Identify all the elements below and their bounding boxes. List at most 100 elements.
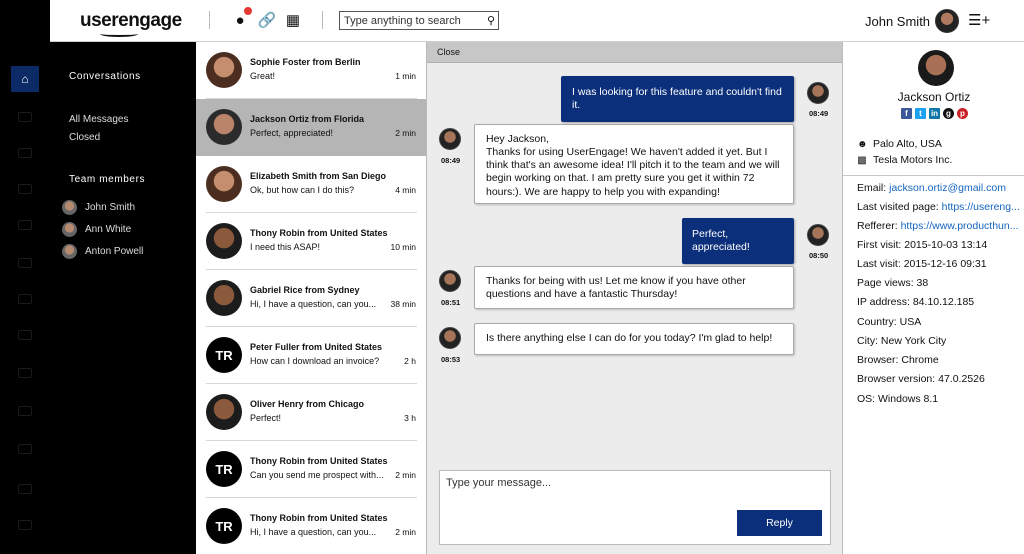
message-time: 08:49 xyxy=(441,156,461,165)
conversation-time: 2 min xyxy=(395,527,416,537)
email-link[interactable]: jackson.ortiz@gmail.com xyxy=(889,182,1006,194)
notification-icon[interactable]: ● xyxy=(231,7,252,29)
conversation-item[interactable]: TR Peter Fuller from United States How c… xyxy=(196,327,426,384)
link-icon[interactable]: 🔗 xyxy=(258,11,277,29)
referrer-link[interactable]: https://www.producthun... xyxy=(901,220,1019,232)
conversation-item[interactable]: TR Thony Robin from United States Hi, I … xyxy=(196,498,426,554)
contact-name: Jackson Ortiz xyxy=(897,90,971,104)
team-member-name: John Smith xyxy=(85,201,136,213)
linkedin-icon[interactable]: in xyxy=(929,108,940,119)
home-icon[interactable]: ⌂ xyxy=(11,66,39,92)
conversation-preview: Hi, I have a question, can you... xyxy=(250,299,377,309)
avatar xyxy=(439,327,461,349)
conversation-name: Thony Robin from United States xyxy=(250,513,388,523)
message-time: 08:50 xyxy=(809,251,829,260)
avatar xyxy=(206,223,242,259)
profile-field-page-views: Page views: 38 xyxy=(857,277,929,289)
twitter-icon[interactable]: t xyxy=(915,108,926,119)
conversation-preview: How can I download an invoice? xyxy=(250,356,380,366)
conversation-preview: Perfect! xyxy=(250,413,282,423)
facebook-icon[interactable]: f xyxy=(901,108,912,119)
conversation-time: 4 min xyxy=(395,185,416,195)
conversation-item[interactable]: Gabriel Rice from Sydney Hi, I have a qu… xyxy=(196,270,426,327)
current-user-name[interactable]: John Smith xyxy=(865,14,930,29)
users-icon[interactable] xyxy=(18,184,32,194)
conversation-item[interactable]: Elizabeth Smith from San Diego Ok, but h… xyxy=(196,156,426,213)
message-bubble: I was looking for this feature and could… xyxy=(561,76,794,123)
message-bubble: Thanks for being with us! Let me know if… xyxy=(474,266,794,309)
profile-field-last-visited: Last visited page: https://usereng... xyxy=(857,201,1020,213)
conversation-item[interactable]: Sophie Foster from Berlin Great! 1 min xyxy=(196,42,426,99)
sidebar: Conversations All Messages Closed Team m… xyxy=(50,42,196,554)
profile-field-browser-version: Browser version: 47.0.2526 xyxy=(857,373,985,385)
sidebar-link-all-messages[interactable]: All Messages xyxy=(69,114,128,125)
chat-panel: Close I was looking for this feature and… xyxy=(427,42,842,554)
divider xyxy=(843,175,1024,176)
conversation-time: 2 h xyxy=(404,356,416,366)
mail-icon[interactable] xyxy=(18,112,32,122)
conversation-item[interactable]: Oliver Henry from Chicago Perfect! 3 h xyxy=(196,384,426,441)
help-icon[interactable] xyxy=(18,520,32,530)
profile-field-ip: IP address: 84.10.12.185 xyxy=(857,296,975,308)
message-composer: Reply xyxy=(439,470,831,545)
team-member-name: Ann White xyxy=(85,223,132,235)
conversation-name: Sophie Foster from Berlin xyxy=(250,57,361,67)
avatar xyxy=(62,221,77,237)
team-member[interactable]: John Smith xyxy=(62,199,135,215)
conversation-name: Oliver Henry from Chicago xyxy=(250,399,365,409)
person-icon: ☻ xyxy=(857,138,868,150)
chat-toolbar: Close xyxy=(427,42,842,63)
message-time: 08:49 xyxy=(809,109,829,118)
header-divider xyxy=(209,11,210,29)
conversation-item[interactable]: TR Thony Robin from United States Can yo… xyxy=(196,441,426,498)
avatar xyxy=(439,128,461,150)
message-input[interactable] xyxy=(446,477,726,497)
conversation-item[interactable]: Jackson Ortiz from Florida Perfect, appr… xyxy=(196,99,426,156)
conversation-time: 2 min xyxy=(395,128,416,138)
conversation-item[interactable]: Thony Robin from United States I need th… xyxy=(196,213,426,270)
search-icon[interactable]: ⚲ xyxy=(487,14,495,27)
building-icon: ▩ xyxy=(857,154,867,166)
close-conversation-button[interactable]: Close xyxy=(437,47,460,57)
logo[interactable]: userengage xyxy=(80,10,182,32)
conversation-name: Jackson Ortiz from Florida xyxy=(250,114,365,124)
avatar xyxy=(62,243,77,259)
contact-profile: Jackson Ortiz f t in g p ☻ Palo Alto, US… xyxy=(842,42,1024,554)
contact-location: ☻ Palo Alto, USA xyxy=(857,138,942,150)
globe-icon[interactable] xyxy=(18,444,32,454)
search-input[interactable] xyxy=(340,12,480,29)
last-visited-link[interactable]: https://usereng... xyxy=(942,201,1020,213)
profile-field-browser: Browser: Chrome xyxy=(857,354,939,366)
github-icon[interactable]: g xyxy=(943,108,954,119)
phone-icon[interactable] xyxy=(18,484,32,494)
conversation-time: 1 min xyxy=(395,71,416,81)
team-member[interactable]: Ann White xyxy=(62,221,131,237)
conversation-list: Sophie Foster from Berlin Great! 1 min J… xyxy=(196,42,427,554)
chat-icon[interactable] xyxy=(18,258,32,268)
message-bubble: Hey Jackson, Thanks for using UserEngage… xyxy=(474,124,794,204)
contact-avatar xyxy=(918,50,954,86)
contact-company: ▩ Tesla Motors Inc. xyxy=(857,154,952,166)
profile-field-referrer: Refferer: https://www.producthun... xyxy=(857,220,1019,232)
profile-field-os: OS: Windows 8.1 xyxy=(857,393,939,405)
avatar xyxy=(206,109,242,145)
filter-icon[interactable] xyxy=(18,406,32,416)
message-time: 08:53 xyxy=(441,355,461,364)
reply-button[interactable]: Reply xyxy=(737,510,822,536)
search-box: ⚲ xyxy=(339,11,499,30)
current-user-avatar[interactable] xyxy=(935,9,959,33)
calendar-icon[interactable] xyxy=(18,148,32,158)
conversation-name: Gabriel Rice from Sydney xyxy=(250,285,360,295)
tag-icon[interactable] xyxy=(18,368,32,378)
grid-icon[interactable]: ▦ xyxy=(284,11,302,29)
avatar xyxy=(206,394,242,430)
list-icon[interactable] xyxy=(18,330,32,340)
add-user-icon[interactable]: ☰+ xyxy=(968,11,990,29)
sidebar-link-closed[interactable]: Closed xyxy=(69,132,100,143)
pinterest-icon[interactable]: p xyxy=(957,108,968,119)
profile-field-email: Email: jackson.ortiz@gmail.com xyxy=(857,182,1006,194)
team-member[interactable]: Anton Powell xyxy=(62,243,143,259)
chart-icon[interactable] xyxy=(18,220,32,230)
settings-icon[interactable] xyxy=(18,294,32,304)
conversation-preview: Ok, but how can I do this? xyxy=(250,185,355,195)
